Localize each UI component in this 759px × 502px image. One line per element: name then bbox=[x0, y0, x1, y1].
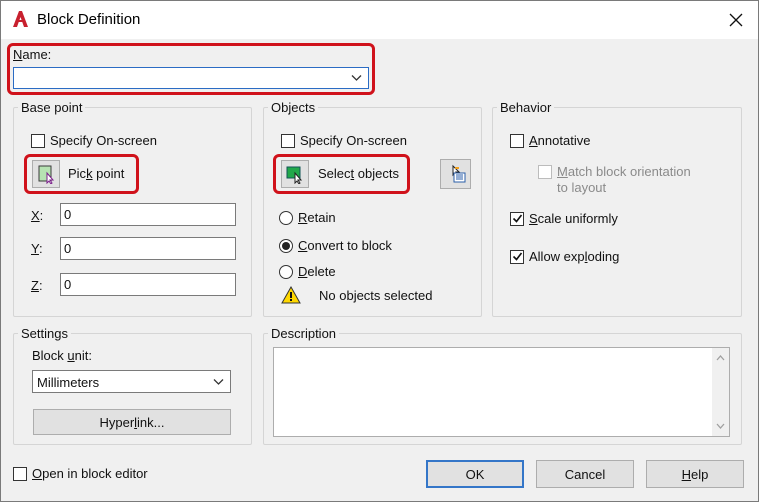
y-input[interactable]: 0 bbox=[60, 237, 236, 260]
block-unit-label: Block unit: bbox=[32, 348, 92, 363]
allow-exploding-checkbox[interactable]: Allow exploding bbox=[510, 249, 619, 264]
pick-point-icon-button[interactable] bbox=[32, 160, 60, 188]
title-bar: Block Definition bbox=[1, 1, 758, 39]
settings-title: Settings bbox=[18, 326, 71, 341]
pick-point-icon bbox=[38, 165, 55, 184]
y-label: Y: bbox=[31, 241, 43, 256]
scroll-down-icon bbox=[716, 423, 725, 429]
autocad-a-icon bbox=[11, 10, 29, 28]
x-label: X: bbox=[31, 208, 44, 223]
name-label: Name: bbox=[13, 47, 52, 62]
description-textarea[interactable] bbox=[273, 347, 730, 437]
quick-select-icon bbox=[452, 164, 465, 183]
chevron-down-icon bbox=[351, 75, 362, 81]
cancel-button[interactable]: Cancel bbox=[536, 460, 634, 488]
warning-icon bbox=[281, 286, 301, 304]
block-unit-select[interactable]: Millimeters bbox=[32, 370, 231, 393]
description-scrollbar[interactable] bbox=[712, 348, 729, 436]
annotative-checkbox[interactable]: Annotative bbox=[510, 133, 590, 148]
select-objects-icon bbox=[286, 166, 303, 184]
base-specify-onscreen-checkbox[interactable]: Specify On-screen bbox=[31, 133, 157, 148]
base-point-title: Base point bbox=[18, 100, 86, 115]
z-input[interactable]: 0 bbox=[60, 273, 236, 296]
select-objects-label[interactable]: Select objects bbox=[318, 166, 399, 181]
objects-specify-onscreen-checkbox[interactable]: Specify On-screen bbox=[281, 133, 407, 148]
block-unit-value: Millimeters bbox=[37, 375, 100, 390]
description-title: Description bbox=[268, 326, 340, 341]
z-label: Z: bbox=[31, 278, 43, 293]
behavior-title: Behavior bbox=[497, 100, 555, 115]
objects-status: No objects selected bbox=[319, 288, 433, 303]
retain-radio[interactable]: Retain bbox=[279, 210, 336, 225]
scale-uniformly-checkbox[interactable]: Scale uniformly bbox=[510, 211, 618, 226]
help-button[interactable]: Help bbox=[646, 460, 744, 488]
match-orientation-checkbox[interactable]: Match block orientation to layout bbox=[538, 164, 691, 196]
delete-radio[interactable]: Delete bbox=[279, 264, 336, 279]
window-title: Block Definition bbox=[37, 11, 141, 28]
close-icon bbox=[729, 13, 743, 27]
block-definition-dialog: Block Definition Name: Base point Specif… bbox=[0, 0, 759, 502]
chevron-down-icon bbox=[213, 378, 224, 385]
open-in-block-editor-checkbox[interactable]: Open in block editor bbox=[13, 466, 148, 481]
hyperlink-button[interactable]: Hyperlink... bbox=[33, 409, 231, 435]
select-objects-icon-button[interactable] bbox=[281, 160, 309, 188]
close-button[interactable] bbox=[722, 7, 750, 33]
x-input[interactable]: 0 bbox=[60, 203, 236, 226]
name-combobox[interactable] bbox=[13, 67, 369, 89]
convert-to-block-radio[interactable]: Convert to block bbox=[279, 238, 392, 253]
pick-point-label[interactable]: Pick point bbox=[68, 166, 124, 181]
objects-title: Objects bbox=[268, 100, 319, 115]
scroll-up-icon bbox=[716, 355, 725, 361]
ok-button[interactable]: OK bbox=[426, 460, 524, 488]
quick-select-button[interactable] bbox=[440, 159, 471, 189]
